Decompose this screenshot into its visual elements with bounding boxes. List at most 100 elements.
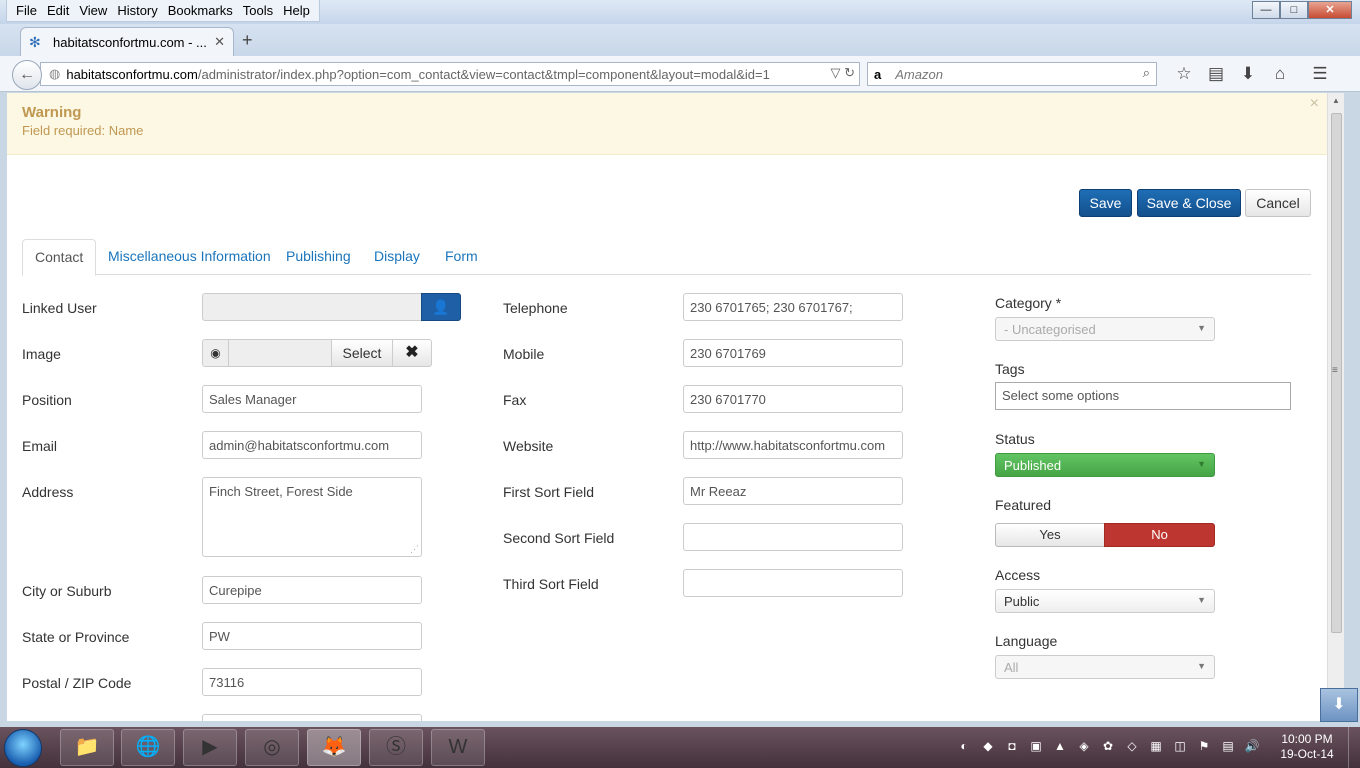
- image-clear-icon[interactable]: ✖: [392, 339, 432, 367]
- scroll-to-bottom-icon[interactable]: ⬇: [1320, 688, 1358, 722]
- flag-icon[interactable]: ⚑: [1192, 739, 1216, 753]
- start-button[interactable]: [4, 729, 42, 767]
- address-textarea[interactable]: Finch Street, Forest Side ⋰: [202, 477, 422, 557]
- window-edge: [1344, 93, 1360, 721]
- user-select-icon[interactable]: 👤: [421, 293, 461, 321]
- menu-help[interactable]: Help: [278, 3, 315, 18]
- scroll-up-icon[interactable]: ▲: [1332, 96, 1340, 105]
- first-sort-input[interactable]: Mr Reeaz: [683, 477, 903, 505]
- explorer-taskbar-icon[interactable]: 📁: [60, 729, 114, 766]
- menu-history[interactable]: History: [112, 3, 162, 18]
- back-arrow-icon[interactable]: ←: [12, 60, 42, 90]
- next-field-input[interactable]: [202, 714, 422, 721]
- mobile-label: Mobile: [503, 346, 545, 362]
- media-player-taskbar-icon[interactable]: ▶: [183, 729, 237, 766]
- browser-tab[interactable]: ✻ habitatsconfortmu.com - ... ✕: [20, 27, 234, 56]
- image-input[interactable]: [228, 339, 332, 367]
- tray-app-icon[interactable]: ◫: [1168, 739, 1192, 753]
- image-select-button[interactable]: Select: [331, 339, 393, 367]
- maximize-button[interactable]: □: [1280, 1, 1308, 19]
- search-bar[interactable]: a Amazon ⌕: [867, 62, 1157, 86]
- alert-close-icon[interactable]: ×: [1310, 95, 1319, 113]
- mobile-input[interactable]: 230 6701769: [683, 339, 903, 367]
- reading-list-icon[interactable]: ▤: [1200, 64, 1232, 84]
- menu-edit[interactable]: Edit: [42, 3, 74, 18]
- postal-label: Postal / ZIP Code: [22, 675, 132, 691]
- preview-eye-icon[interactable]: ◉: [202, 339, 229, 367]
- tray-app-icon[interactable]: ▲: [1048, 739, 1072, 753]
- page-scrollbar[interactable]: ▲ ≡: [1327, 93, 1344, 721]
- search-icon[interactable]: ⌕: [1143, 65, 1150, 81]
- tab-display[interactable]: Display: [362, 239, 432, 275]
- menu-bookmarks[interactable]: Bookmarks: [163, 3, 238, 18]
- tab-form[interactable]: Form: [433, 239, 490, 275]
- menu-view[interactable]: View: [74, 3, 112, 18]
- category-select[interactable]: - Uncategorised ▼: [995, 317, 1215, 341]
- featured-no-button[interactable]: No: [1104, 523, 1215, 547]
- fax-input[interactable]: 230 6701770: [683, 385, 903, 413]
- cancel-button[interactable]: Cancel: [1245, 189, 1311, 217]
- third-sort-label: Third Sort Field: [503, 576, 599, 592]
- new-tab-icon[interactable]: +: [242, 30, 253, 51]
- email-input[interactable]: admin@habitatsconfortmu.com: [202, 431, 422, 459]
- taskbar-clock[interactable]: 10:00 PM 19-Oct-14: [1272, 732, 1342, 762]
- bookmark-star-icon[interactable]: ☆: [1168, 64, 1200, 84]
- tray-app-icon[interactable]: ◐: [952, 739, 976, 753]
- url-reload-icon[interactable]: ▽ ↻: [830, 65, 855, 81]
- download-icon[interactable]: ⬇: [1232, 64, 1264, 84]
- save-button[interactable]: Save: [1079, 189, 1132, 217]
- home-icon[interactable]: ⌂: [1264, 64, 1296, 84]
- state-input[interactable]: PW: [202, 622, 422, 650]
- tray-app-icon[interactable]: ◇: [1120, 739, 1144, 753]
- tray-app-icon[interactable]: ▣: [1024, 739, 1048, 753]
- window-titlebar: File Edit View History Bookmarks Tools H…: [0, 0, 1360, 24]
- amazon-logo-icon[interactable]: a: [874, 67, 881, 82]
- tab-close-icon[interactable]: ✕: [214, 34, 225, 50]
- menu-tools[interactable]: Tools: [238, 3, 278, 18]
- save-close-button[interactable]: Save & Close: [1137, 189, 1241, 217]
- second-sort-input[interactable]: [683, 523, 903, 551]
- postal-input[interactable]: 73116: [202, 668, 422, 696]
- volume-icon[interactable]: 🔊: [1240, 739, 1264, 753]
- tab-publishing[interactable]: Publishing: [274, 239, 363, 275]
- featured-yes-button[interactable]: Yes: [995, 523, 1105, 547]
- position-input[interactable]: Sales Manager: [202, 385, 422, 413]
- minimize-button[interactable]: —: [1252, 1, 1280, 19]
- chevron-down-icon: ▼: [1197, 595, 1206, 605]
- linked-user-input[interactable]: [202, 293, 422, 321]
- alert-message: Field required: Name: [22, 123, 144, 138]
- website-input[interactable]: http://www.habitatsconfortmu.com: [683, 431, 903, 459]
- third-sort-input[interactable]: [683, 569, 903, 597]
- close-window-button[interactable]: ✕: [1308, 1, 1352, 19]
- position-label: Position: [22, 392, 72, 408]
- city-input[interactable]: Curepipe: [202, 576, 422, 604]
- tray-app-icon[interactable]: ◘: [1000, 739, 1024, 753]
- hamburger-menu-icon[interactable]: ☰: [1304, 64, 1336, 84]
- tray-app-icon[interactable]: ▦: [1144, 739, 1168, 753]
- tab-miscellaneous-information[interactable]: Miscellaneous Information: [96, 239, 283, 275]
- joomla-favicon-icon: ✻: [29, 34, 41, 50]
- menu-bar: File Edit View History Bookmarks Tools H…: [6, 0, 320, 22]
- firefox-taskbar-icon[interactable]: 🦊: [307, 729, 361, 766]
- skype-taskbar-icon[interactable]: Ⓢ: [369, 729, 423, 766]
- word-taskbar-icon[interactable]: W: [431, 729, 485, 766]
- language-select[interactable]: All ▼: [995, 655, 1215, 679]
- browser-tab-title: habitatsconfortmu.com - ...: [53, 34, 207, 50]
- ie-taskbar-icon[interactable]: 🌐: [121, 729, 175, 766]
- linked-user-label: Linked User: [22, 300, 97, 316]
- telephone-input[interactable]: 230 6701765; 230 6701767;: [683, 293, 903, 321]
- tab-contact[interactable]: Contact: [22, 239, 97, 276]
- menu-file[interactable]: File: [11, 3, 42, 18]
- second-sort-label: Second Sort Field: [503, 530, 615, 546]
- tray-app-icon[interactable]: ✿: [1096, 739, 1120, 753]
- url-bar[interactable]: ◍ habitatsconfortmu.com/administrator/in…: [40, 62, 860, 86]
- access-select[interactable]: Public ▼: [995, 589, 1215, 613]
- tray-app-icon[interactable]: ◆: [976, 739, 1000, 753]
- network-icon[interactable]: ▤: [1216, 739, 1240, 753]
- show-desktop-button[interactable]: [1348, 727, 1360, 768]
- tray-app-icon[interactable]: ◈: [1072, 739, 1096, 753]
- resize-handle-icon[interactable]: ⋰: [410, 544, 419, 555]
- chrome-taskbar-icon[interactable]: ◎: [245, 729, 299, 766]
- status-select[interactable]: Published ▼: [995, 453, 1215, 477]
- tags-input[interactable]: Select some options: [995, 382, 1291, 410]
